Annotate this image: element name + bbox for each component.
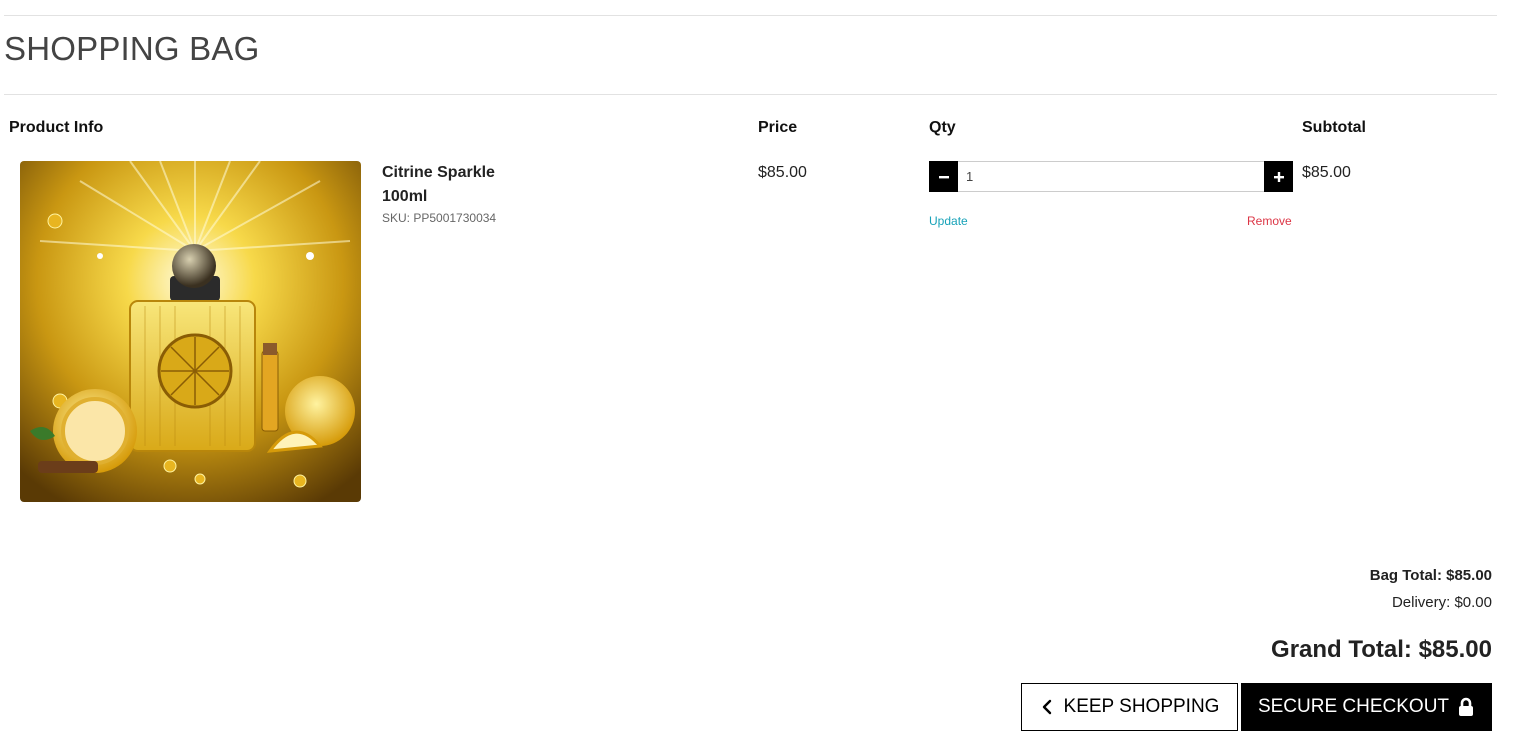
product-price: $85.00: [758, 164, 807, 181]
product-image: [20, 161, 361, 502]
plus-icon: [1273, 171, 1284, 182]
column-header-product-info: Product Info: [9, 119, 104, 136]
perfume-bottle-product-image: [20, 161, 361, 502]
secure-checkout-button[interactable]: SECURE CHECKOUT: [1241, 683, 1492, 731]
column-header-subtotal: Subtotal: [1302, 119, 1366, 136]
lock-icon: [1459, 697, 1474, 716]
chevron-left-icon: [1042, 699, 1051, 715]
update-link[interactable]: Update: [929, 214, 968, 228]
keep-shopping-label: KEEP SHOPPING: [1063, 696, 1220, 717]
column-header-qty: Qty: [929, 119, 956, 136]
top-divider: [4, 15, 1497, 16]
bag-total: Bag Total: $85.00: [1369, 567, 1492, 584]
increment-button[interactable]: [1264, 161, 1293, 192]
column-header-price: Price: [758, 119, 798, 136]
product-subtotal: $85.00: [1302, 164, 1351, 181]
keep-shopping-button[interactable]: KEEP SHOPPING: [1021, 683, 1238, 731]
secure-checkout-label: SECURE CHECKOUT: [1257, 696, 1450, 717]
quantity-input[interactable]: [958, 161, 1264, 192]
product-size: 100ml: [382, 188, 428, 205]
page-title: SHOPPING BAG: [4, 30, 260, 67]
header-divider: [4, 94, 1497, 95]
shopping-bag-page: SHOPPING BAG Product Info Price Qty Subt…: [0, 0, 1527, 748]
minus-icon: [938, 175, 949, 178]
product-name: Citrine Sparkle: [382, 164, 495, 181]
quantity-stepper: [929, 161, 1293, 192]
delivery-cost: Delivery: $0.00: [1391, 594, 1492, 611]
grand-total: Grand Total: $85.00: [1271, 636, 1492, 663]
product-sku: SKU: PP5001730034: [382, 211, 497, 225]
decrement-button[interactable]: [929, 161, 958, 192]
remove-link[interactable]: Remove: [1247, 214, 1292, 228]
